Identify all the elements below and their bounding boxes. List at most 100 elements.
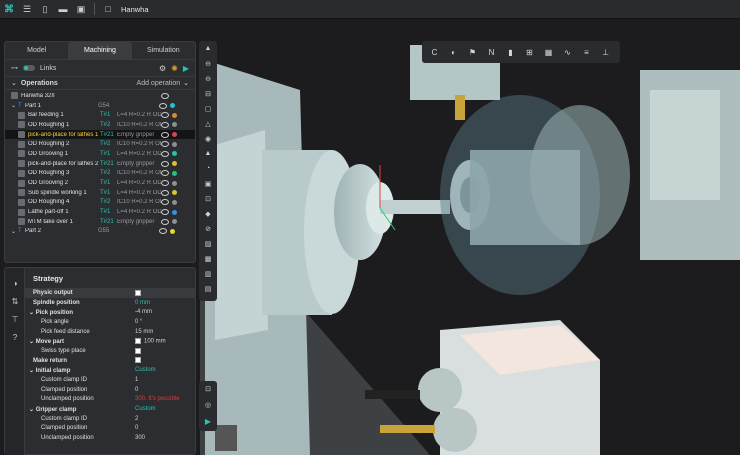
tool-icon-15[interactable]: ▥ — [199, 266, 217, 281]
links-icon[interactable]: ⇅ — [5, 292, 25, 310]
links-toggle[interactable] — [23, 65, 35, 71]
clamp-icon[interactable]: C — [425, 41, 444, 63]
property-value[interactable]: 0 — [135, 425, 138, 431]
strategy-row[interactable]: Custom clamp ID 1 — [25, 375, 195, 385]
checkbox[interactable] — [135, 357, 141, 364]
property-value[interactable]: 0 ° — [135, 319, 142, 325]
tool-icon-6[interactable]: ◉ — [199, 131, 217, 146]
save-icon[interactable]: ▣ — [72, 0, 90, 19]
visibility-icon[interactable] — [161, 180, 169, 187]
operation-row[interactable]: OD Roughing 4 T#2 IC10 R=0.2 R OD — [5, 198, 195, 208]
program-n1-icon[interactable]: N — [482, 41, 501, 63]
property-value[interactable]: 2 — [135, 416, 138, 422]
play-icon[interactable]: ▶ — [199, 413, 217, 429]
operation-row[interactable]: pick-and-place for lathes 2 T#21 Empty gri… — [5, 159, 195, 169]
property-value[interactable] — [135, 347, 144, 355]
property-value[interactable]: 15 mm — [135, 329, 153, 335]
flag-icon[interactable]: ⚑ — [463, 41, 482, 63]
tool-icon-13[interactable]: ▨ — [199, 236, 217, 251]
settings-icon[interactable]: ⚙ — [159, 64, 166, 73]
tab-machining[interactable]: Machining — [68, 42, 132, 59]
chevron-down-icon[interactable]: ⌄ — [11, 79, 17, 87]
strategy-row[interactable]: Swiss type place — [25, 346, 195, 356]
run-icon[interactable]: ▶ — [183, 64, 189, 73]
checkbox[interactable] — [135, 347, 141, 354]
strategy-row[interactable]: ⌄ Gripper clamp Custom — [25, 404, 195, 414]
operation-row[interactable]: pick-and-place for lathes 1 T#21 Empty gri… — [5, 129, 195, 140]
visibility-icon[interactable] — [161, 92, 169, 99]
visibility-icon[interactable] — [161, 199, 169, 206]
tool-icon-7[interactable]: ▲ — [199, 146, 217, 161]
property-value[interactable]: 0 — [135, 387, 138, 393]
tool-icon-16[interactable]: ▤ — [199, 281, 217, 296]
operation-row[interactable]: OD Grooving 2 T#1 L=4 R=0.2 R OD — [5, 178, 195, 188]
table-icon[interactable]: ▦ — [539, 41, 558, 63]
help-icon[interactable]: ? — [5, 328, 25, 346]
visibility-icon[interactable] — [161, 150, 169, 157]
property-value[interactable]: -4 mm — [135, 309, 152, 315]
strategy-row[interactable]: Clamped position 0 — [25, 385, 195, 395]
visibility-icon[interactable] — [161, 141, 169, 148]
strategy-row[interactable]: Pick angle 0 ° — [25, 317, 195, 327]
operation-row[interactable]: OD Roughing 3 T#2 IC10 R=0.2 R OD — [5, 169, 195, 179]
checkbox[interactable] — [135, 289, 141, 296]
tool-icon-11[interactable]: ◆ — [199, 206, 217, 221]
operation-row[interactable]: OD Roughing 1 T#2 IC10 R=0.2 R OD — [5, 120, 195, 130]
visibility-icon[interactable] — [161, 189, 169, 196]
add-chevron-icon[interactable]: ⌄ — [183, 79, 189, 87]
tool-icon-2[interactable]: ⊖ — [199, 71, 217, 86]
operations-header[interactable]: ⌄ Operations Add operation ⌄ — [5, 76, 195, 90]
operation-row[interactable]: OD Grooving 1 T#1 L=4 R=0.2 R OD — [5, 149, 195, 159]
property-value[interactable]: 300 — [135, 435, 145, 441]
property-value[interactable] — [135, 357, 144, 364]
operation-row[interactable]: Lathe part-off 1 T#1 L=4 R=0.2 R OD — [5, 207, 195, 217]
stats-icon[interactable]: ⊥ — [596, 41, 615, 63]
collapse-up-icon[interactable]: ▲ — [199, 41, 217, 56]
strategy-row[interactable]: Custom clamp ID 2 — [25, 414, 195, 424]
visibility-icon[interactable] — [161, 160, 169, 167]
tool-icon-12[interactable]: ⊘ — [199, 221, 217, 236]
property-value[interactable]: 300. It's possible — [135, 396, 180, 402]
3d-viewport[interactable]: C ◐ ⚑ N ▮ ⊞ ▦ ∿ ≡ ⊥ ▲ ⊖ ⊖ ⊟ ▢ △ ◉ ▲ ◔ ▣ … — [0, 19, 740, 455]
fixture-icon[interactable]: ⊞ — [520, 41, 539, 63]
camera-icon[interactable]: ◎ — [199, 397, 217, 413]
tool-icon-3[interactable]: ⊟ — [199, 86, 217, 101]
menu-icon[interactable]: ☰ — [18, 0, 36, 19]
part-2-node[interactable]: ⌄ T Part 2 G55 — [5, 227, 195, 237]
operation-row[interactable]: Bar feeding 1 T#1 L=4 R=0.2 R OD — [5, 110, 195, 120]
strategy-row[interactable]: Unclamped position 300 — [25, 433, 195, 443]
tool-icon-14[interactable]: ▩ — [199, 251, 217, 266]
property-value[interactable]: 1 — [135, 377, 138, 383]
open-folder-icon[interactable]: ▬ — [54, 0, 72, 19]
visibility-icon[interactable] — [161, 121, 169, 128]
tool-holder-icon[interactable]: ◐ — [444, 41, 463, 63]
tab-model[interactable]: Model — [5, 42, 68, 59]
property-value[interactable]: Custom — [135, 367, 156, 373]
expand-icon[interactable]: ⌄ — [11, 228, 18, 235]
add-operation-button[interactable]: Add operation — [137, 80, 181, 87]
strategy-row[interactable]: Make return — [25, 356, 195, 366]
checkbox[interactable] — [135, 337, 141, 344]
fit-view-icon[interactable]: ⊡ — [199, 381, 217, 397]
strategy-row[interactable]: ⌄ Pick position -4 mm — [25, 307, 195, 317]
visibility-icon[interactable] — [161, 170, 169, 177]
tab-simulation[interactable]: Simulation — [132, 42, 195, 59]
visibility-icon[interactable] — [161, 131, 169, 138]
property-value[interactable]: Custom — [135, 406, 156, 412]
tool-icon-4[interactable]: ▢ — [199, 101, 217, 116]
strategy-row[interactable]: Pick feed distance 15 mm — [25, 327, 195, 337]
toolpath-icon[interactable]: ∿ — [558, 41, 577, 63]
tool-icon-8[interactable]: ◔ — [199, 161, 217, 176]
operation-row[interactable]: MTM take over 1 T#21 Empty gripper — [5, 217, 195, 227]
tool-icon-10[interactable]: ⊡ — [199, 191, 217, 206]
strategy-icon[interactable]: ◑ — [5, 274, 25, 292]
layers-icon[interactable]: ≡ — [577, 41, 596, 63]
tool-icon-9[interactable]: ▣ — [199, 176, 217, 191]
tool-icon-1[interactable]: ⊖ — [199, 56, 217, 71]
calculate-icon[interactable]: ✺ — [171, 64, 178, 73]
property-value[interactable]: 100 mm — [135, 337, 166, 345]
operation-row[interactable]: Sub spindle working 1 T#1 L=4 R=0.2 R OD — [5, 188, 195, 198]
visibility-icon[interactable] — [161, 112, 169, 119]
expand-icon[interactable]: ⌄ — [11, 102, 18, 109]
strategy-row[interactable]: Physic output — [25, 288, 195, 298]
